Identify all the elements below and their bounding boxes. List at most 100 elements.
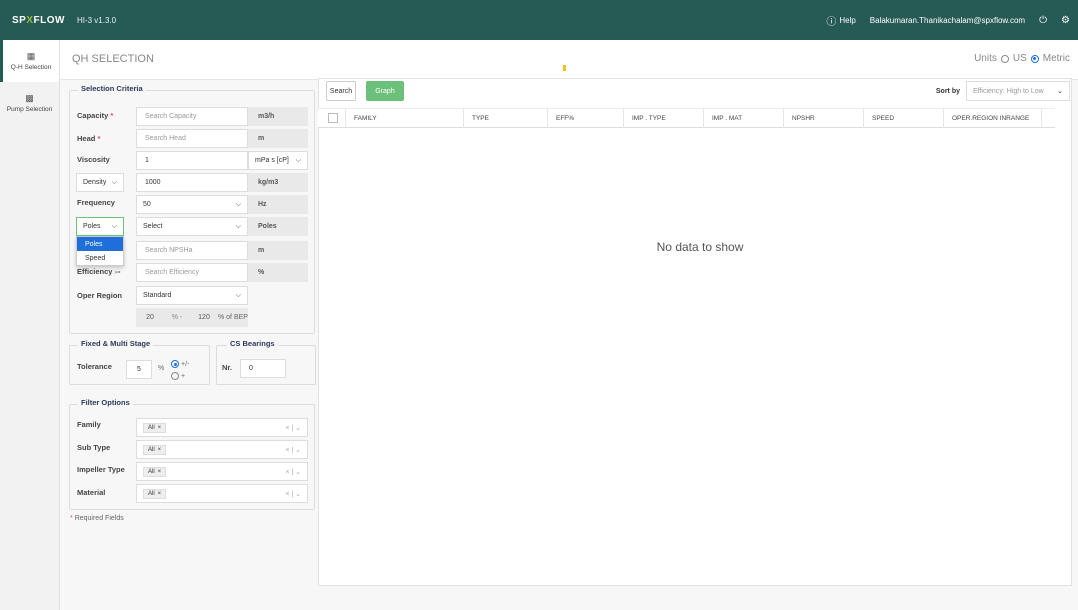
tolerance-plus-option[interactable]: + <box>171 372 185 380</box>
viscosity-input[interactable]: 1 <box>136 151 248 170</box>
help-link[interactable]: ⓘ Help <box>826 13 855 28</box>
clear-chevron-icon[interactable]: × | ⌄ <box>285 446 301 454</box>
bep-min-input[interactable]: 20 <box>136 314 164 321</box>
database-icon: ▩ <box>25 93 34 103</box>
clear-chevron-icon[interactable]: × | ⌄ <box>285 490 301 498</box>
grid-icon: ▦ <box>26 51 36 61</box>
clear-chevron-icon[interactable]: × | ⌄ <box>285 424 301 432</box>
filter-options-legend: Filter Options <box>78 398 133 407</box>
density-select[interactable]: Density ⌵ <box>76 173 124 192</box>
page-title: QH SELECTION <box>72 53 154 65</box>
spxflow-logo: SPXFLOW <box>12 14 65 26</box>
select-all-checkbox[interactable] <box>328 113 338 123</box>
unit-metric-radio[interactable] <box>1030 54 1039 63</box>
column-header-family[interactable]: FAMILY <box>346 108 464 128</box>
tolerance-plusminus-option[interactable]: +/- <box>171 360 189 368</box>
results-panel <box>318 78 1072 586</box>
viscosity-label: Viscosity <box>77 155 110 164</box>
chevron-down-icon: ⌄ <box>1057 88 1063 95</box>
density-unit: kg/m3 <box>248 173 308 192</box>
filter-tag: All × <box>143 466 167 477</box>
bep-range: 20 % - 120 % of BEP <box>136 308 248 327</box>
filter-family-label: Family <box>77 420 101 429</box>
filter-material-select[interactable]: All × × | ⌄ <box>136 484 308 503</box>
sort-by: Sort by Efficiency: High to Low ⌄ <box>936 81 1070 101</box>
filter-tag: All × <box>143 422 167 433</box>
poles-value-select[interactable]: Select ⌵ <box>136 217 248 236</box>
top-bar: SPXFLOW HI-3 v1.3.0 ⓘ Help Balakumaran.Th… <box>0 0 1078 40</box>
app-version: HI-3 v1.3.0 <box>76 15 117 25</box>
head-input[interactable]: Search Head <box>136 129 248 148</box>
frequency-select[interactable]: 50 ⌵ <box>136 195 248 214</box>
plusminus-radio[interactable] <box>171 360 179 368</box>
cs-bearings-legend: CS Bearings <box>227 339 278 348</box>
chevron-down-icon: ⌵ <box>235 222 241 230</box>
remove-tag-icon[interactable]: × <box>158 447 162 453</box>
oper-region-label: Oper Region <box>77 291 123 300</box>
remove-tag-icon[interactable]: × <box>158 469 162 475</box>
settings-icon[interactable]: ⚙ <box>1061 15 1070 26</box>
density-input[interactable]: 1000 <box>136 173 248 192</box>
capacity-unit: m3/h <box>248 107 308 126</box>
sidebar: ▦ Q-H Selection ▩ Pump Selection <box>0 40 60 610</box>
npsha-unit: m <box>248 241 308 260</box>
capacity-input[interactable]: Search Capacity <box>136 107 248 126</box>
nr-input[interactable]: 0 <box>240 359 286 378</box>
power-icon[interactable]: ⏻ <box>1039 15 1047 26</box>
filter-family-select[interactable]: All × × | ⌄ <box>136 418 308 437</box>
filter-subtype-select[interactable]: All × × | ⌄ <box>136 440 308 459</box>
page-header: QH SELECTION Units US Metric <box>60 40 1078 80</box>
poles-unit: Poles <box>248 217 308 236</box>
remove-tag-icon[interactable]: × <box>158 491 162 497</box>
dropdown-option-poles[interactable]: Poles <box>77 237 123 251</box>
efficiency-unit: % <box>248 263 308 282</box>
head-label: Head * <box>77 134 101 143</box>
viscosity-unit-select[interactable]: mPa s [cP] ⌵ <box>248 151 308 170</box>
filter-material-label: Material <box>77 488 106 497</box>
empty-state-message: No data to show <box>656 240 744 254</box>
filter-impeller-select[interactable]: All × × | ⌄ <box>136 462 308 481</box>
efficiency-input[interactable]: Search Efficiency <box>136 263 248 282</box>
frequency-unit: Hz <box>248 195 308 214</box>
sidebar-item-qh-selection[interactable]: ▦ Q-H Selection <box>0 40 59 82</box>
sort-select[interactable]: Efficiency: High to Low ⌄ <box>966 81 1070 101</box>
help-icon: ⓘ <box>826 16 837 28</box>
chevron-down-icon: ⌵ <box>235 291 241 299</box>
plus-radio[interactable] <box>171 372 179 380</box>
chevron-down-icon: ⌵ <box>111 222 117 230</box>
npsha-input[interactable]: Search NPSHa <box>136 241 248 260</box>
results-table-header: FAMILY TYPE EFF% IMP . TYPE IMP . MAT NP… <box>318 108 1055 128</box>
remove-tag-icon[interactable]: × <box>158 425 162 431</box>
graph-button[interactable]: Graph <box>366 81 404 101</box>
column-header-eff[interactable]: EFF% <box>548 108 624 128</box>
nr-label: Nr. <box>222 363 233 372</box>
dropdown-option-speed[interactable]: Speed <box>77 251 123 265</box>
user-email[interactable]: Balakumaran.Thanikachalam@spxflow.com <box>870 16 1025 25</box>
search-button[interactable]: Search <box>326 81 356 101</box>
required-fields-note: * Required Fields <box>70 515 124 522</box>
capacity-label: Capacity * <box>77 111 114 120</box>
oper-region-select[interactable]: Standard ⌵ <box>136 286 248 305</box>
frequency-label: Frequency <box>77 198 115 207</box>
column-header-imp-type[interactable]: IMP . TYPE <box>624 108 704 128</box>
tolerance-label: Tolerance <box>77 362 112 371</box>
filter-tag: All × <box>143 488 167 499</box>
filter-subtype-label: Sub Type <box>77 443 111 452</box>
sidebar-item-pump-selection[interactable]: ▩ Pump Selection <box>0 82 59 124</box>
tolerance-unit: % <box>158 365 165 372</box>
tolerance-input[interactable]: 5 <box>126 360 152 379</box>
units-toggle: Units US Metric <box>974 53 1070 64</box>
bep-max-input[interactable]: 120 <box>190 314 218 321</box>
unit-us-radio[interactable] <box>1000 54 1009 63</box>
column-header-type[interactable]: TYPE <box>464 108 548 128</box>
chevron-down-icon: ⌵ <box>235 200 241 208</box>
selection-criteria-legend: Selection Criteria <box>78 84 146 93</box>
column-header-npshr[interactable]: NPSHR <box>784 108 864 128</box>
filter-impeller-label: Impeller Type <box>77 465 125 474</box>
column-header-imp-mat[interactable]: IMP . MAT <box>704 108 784 128</box>
chevron-down-icon: ⌵ <box>111 178 117 186</box>
column-header-oper-region[interactable]: OPER.REGION INRANGE <box>944 108 1042 128</box>
poles-speed-select[interactable]: Poles ⌵ <box>76 217 124 236</box>
clear-chevron-icon[interactable]: × | ⌄ <box>285 468 301 476</box>
column-header-speed[interactable]: SPEED <box>864 108 944 128</box>
